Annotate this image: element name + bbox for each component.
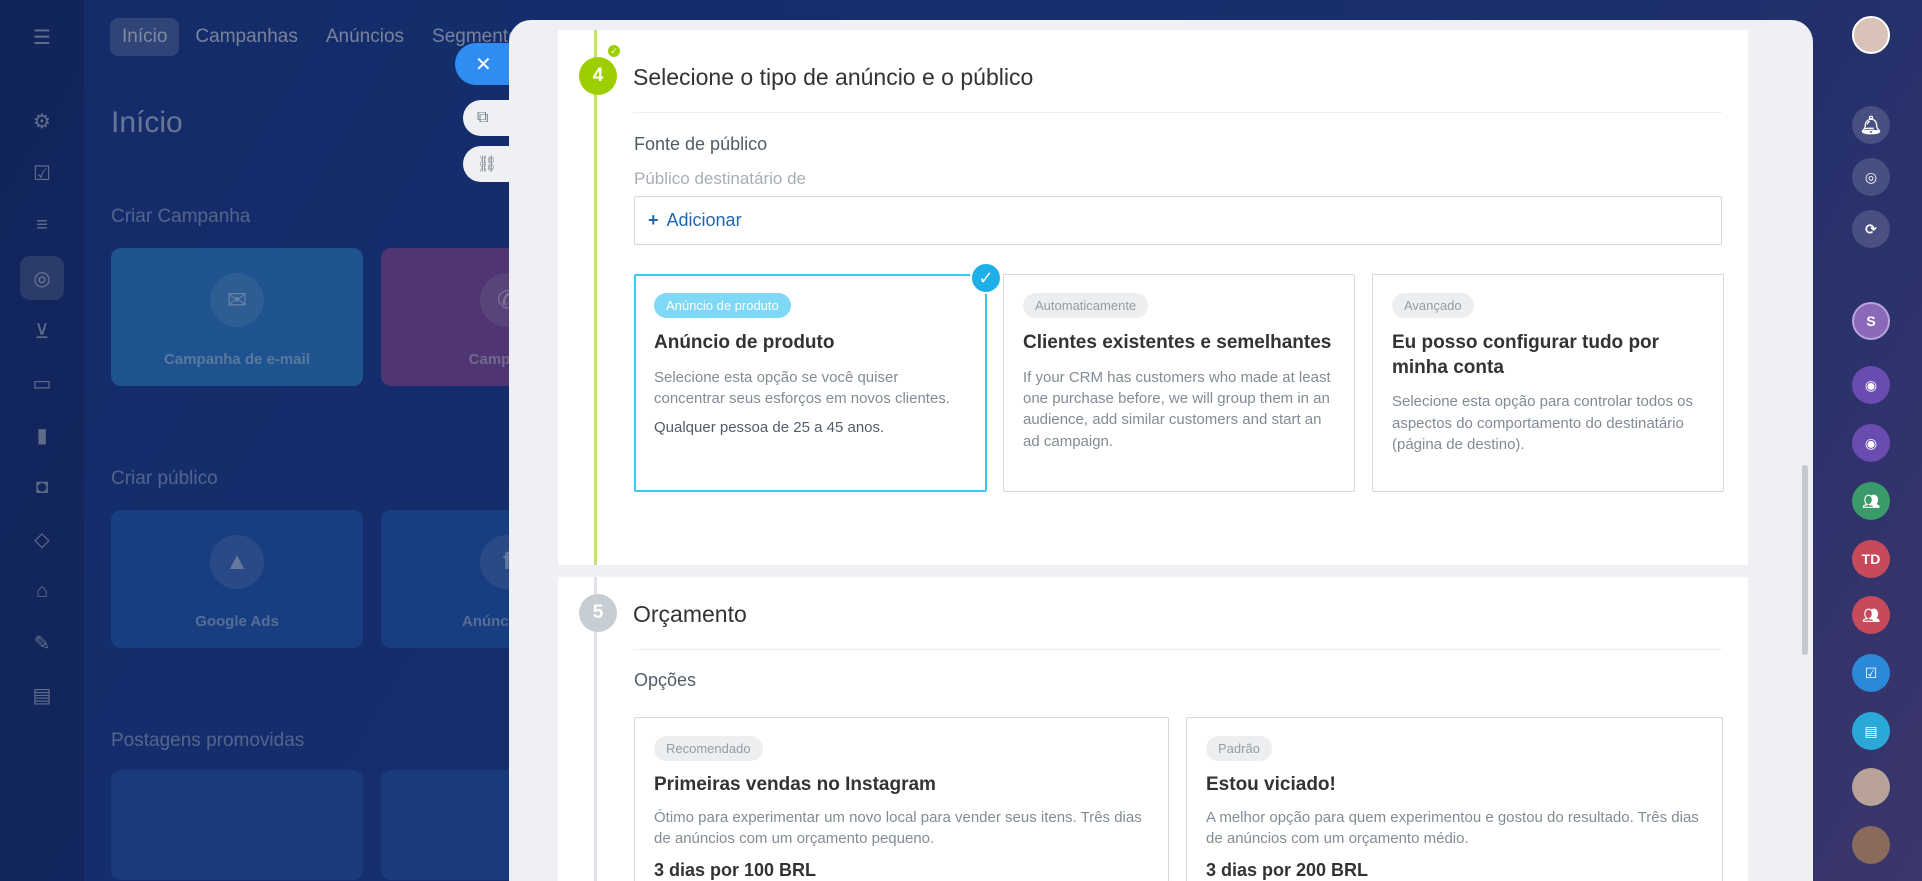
group-icon[interactable]: 👥︎: [1852, 482, 1890, 520]
avatar-td[interactable]: TD: [1852, 540, 1890, 578]
option-title: Primeiras vendas no Instagram: [654, 774, 936, 795]
sync-icon[interactable]: ⟳: [1852, 210, 1890, 248]
option-price: 3 dias por 100 BRL: [654, 859, 817, 880]
add-audience-button[interactable]: + Adicionar: [634, 196, 1722, 245]
option-advanced[interactable]: Avançado Eu posso configurar tudo por mi…: [1372, 274, 1724, 492]
chat-icon[interactable]: ▤: [1852, 712, 1890, 750]
option-badge: Recomendado: [654, 736, 763, 761]
bell-icon[interactable]: 🔔︎: [1852, 106, 1890, 144]
option-badge: Padrão: [1206, 736, 1272, 761]
step-4-section: 4 ✓ Selecione o tipo de anúncio e o públ…: [558, 30, 1748, 565]
option-title: Anúncio de produto: [654, 332, 835, 353]
option-description: Selecione esta opção para controlar todo…: [1392, 393, 1694, 453]
link-icon: ⛓: [477, 156, 498, 173]
audience-source-label: Fonte de público: [634, 134, 768, 154]
selected-check-icon: ✓: [970, 262, 1002, 294]
external-link-icon: ⧉: [477, 109, 489, 126]
budget-option-addicted[interactable]: Padrão Estou viciado! A melhor opção par…: [1186, 717, 1723, 881]
step-5-title: Orçamento: [633, 601, 747, 627]
user-avatar[interactable]: [1852, 768, 1890, 806]
target-chat-icon[interactable]: ◉: [1852, 424, 1890, 462]
option-extra: Qualquer pessoa de 25 a 45 anos.: [654, 419, 885, 437]
target-icon[interactable]: ◎: [1852, 158, 1890, 196]
step-5-number: 5: [579, 594, 617, 632]
avatar-s[interactable]: S: [1852, 302, 1890, 340]
option-title: Estou viciado!: [1206, 774, 1336, 795]
user-avatar[interactable]: [1852, 16, 1890, 54]
group-icon[interactable]: 👥︎: [1852, 596, 1890, 634]
plus-icon: +: [648, 210, 659, 230]
step-4-title: Selecione o tipo de anúncio e o público: [633, 64, 1034, 90]
user-avatar[interactable]: [1852, 826, 1890, 864]
option-badge: Avançado: [1392, 293, 1474, 318]
step-5-section: 5 Orçamento Opções Recomendado Primeiras…: [558, 577, 1748, 881]
option-product-ad[interactable]: Anúncio de produto Anúncio de produto Se…: [634, 274, 987, 492]
option-badge: Anúncio de produto: [654, 293, 791, 318]
option-badge: Automaticamente: [1023, 293, 1149, 318]
budget-option-first-sales[interactable]: Recomendado Primeiras vendas no Instagra…: [634, 717, 1169, 881]
right-rail: 🔔︎ ◎ ⟳ S ◉ ◉ 👥︎ TD 👥︎ ☑ ▤: [1812, 0, 1922, 881]
slider-panel: 4 ✓ Selecione o tipo de anúncio e o públ…: [509, 20, 1813, 881]
target-chat-icon[interactable]: ◉: [1852, 366, 1890, 404]
option-description: A melhor opção para quem experimentou e …: [1206, 809, 1699, 848]
step-done-check-icon: ✓: [606, 43, 622, 59]
task-chat-icon[interactable]: ☑: [1852, 654, 1890, 692]
option-title: Clientes existentes e semelhantes: [1023, 332, 1332, 353]
divider: [633, 649, 1722, 650]
option-description: If your CRM has customers who made at le…: [1023, 368, 1331, 450]
add-label: Adicionar: [666, 210, 742, 230]
option-description: Selecione esta opção se você quiser conc…: [654, 368, 950, 407]
options-label: Opções: [634, 670, 697, 690]
scrollbar[interactable]: [1802, 465, 1808, 655]
option-title: Eu posso configurar tudo por minha conta: [1392, 332, 1660, 378]
step-line: [594, 30, 597, 565]
option-description: Ótimo para experimentar um novo local pa…: [654, 809, 1142, 848]
open-new-window-button[interactable]: ⧉: [463, 100, 513, 136]
step-4-number: 4: [579, 57, 617, 95]
divider: [633, 112, 1722, 113]
option-existing-customers[interactable]: Automaticamente Clientes existentes e se…: [1003, 274, 1355, 492]
copy-link-button[interactable]: ⛓: [463, 146, 513, 182]
close-panel-button[interactable]: ✕: [455, 43, 515, 85]
target-audience-label: Público destinatário de: [634, 169, 807, 188]
close-icon: ✕: [475, 53, 492, 76]
option-price: 3 dias por 200 BRL: [1206, 859, 1369, 880]
